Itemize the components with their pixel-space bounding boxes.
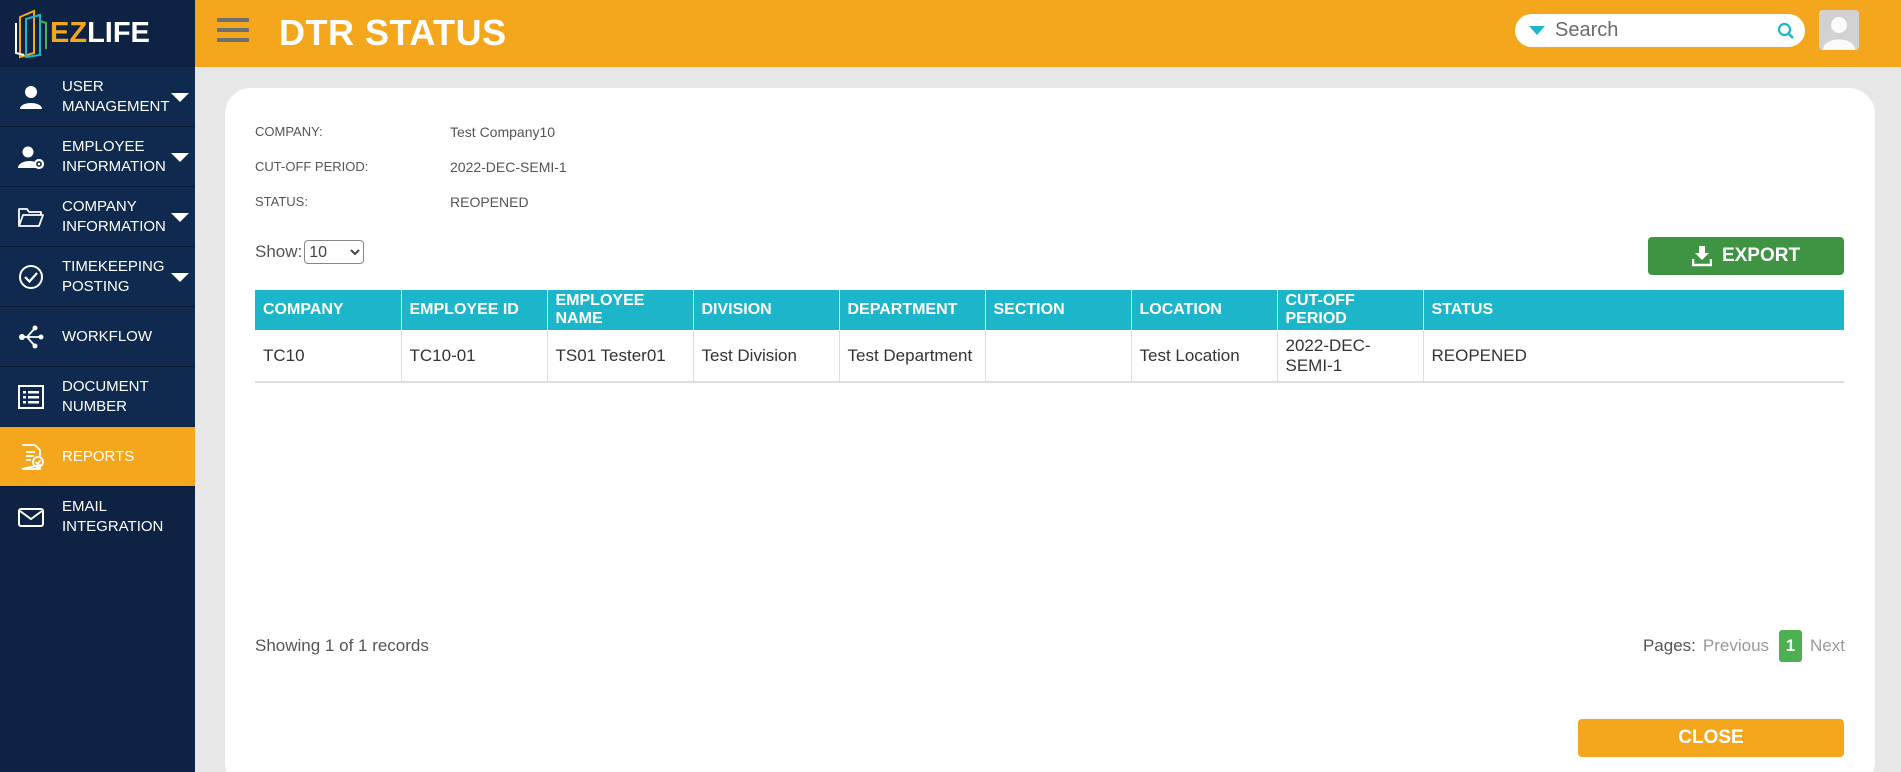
top-header: DTR STATUS — [195, 0, 1901, 67]
status-label: STATUS: — [255, 194, 308, 209]
chevron-down-icon[interactable] — [171, 213, 189, 222]
sidebar-item-workflow[interactable]: WORKFLOW — [0, 307, 195, 367]
cell-location: Test Location — [1130, 330, 1277, 383]
sidebar-item-document-number[interactable]: DOCUMENT NUMBER — [0, 367, 195, 427]
download-icon — [1691, 246, 1712, 267]
company-value: Test Company10 — [450, 123, 556, 140]
cell-employee-id: TC10-01 — [400, 330, 547, 383]
column-header-employee-name[interactable]: EMPLOYEE NAME — [546, 290, 693, 330]
column-header-company[interactable]: COMPANY — [255, 290, 401, 330]
close-button[interactable]: CLOSE — [1578, 719, 1844, 757]
pagination: Pages: Previous 1 Next — [1643, 630, 1845, 662]
list-icon — [0, 383, 62, 411]
cell-company: TC10 — [255, 330, 401, 383]
sidebar-item-timekeeping-posting[interactable]: TIMEKEEPING POSTING — [0, 247, 195, 307]
dtr-info: COMPANY: Test Company10 CUT-OFF PERIOD: … — [255, 114, 567, 219]
next-page-link[interactable]: Next — [1810, 636, 1845, 656]
check-circle-icon — [0, 263, 62, 291]
logo-ez-text: EZ — [50, 17, 88, 49]
sidebar-nav: USER MANAGEMENT EMPLOYEE INFORMATION COM… — [0, 67, 195, 547]
hamburger-menu-icon[interactable] — [217, 18, 249, 46]
sidebar-item-employee-information[interactable]: EMPLOYEE INFORMATION — [0, 127, 195, 187]
table-row[interactable]: TC10 TC10-01 TS01 Tester01 Test Division… — [255, 330, 1844, 383]
column-header-status[interactable]: STATUS — [1422, 290, 1844, 330]
search-icon[interactable] — [1777, 22, 1795, 40]
sidebar: EZLIFE USER MANAGEMENT EMPLOYEE INFORMAT… — [0, 0, 195, 772]
dtr-status-table: COMPANY EMPLOYEE ID EMPLOYEE NAME DIVISI… — [255, 290, 1844, 383]
cutoff-period-label: CUT-OFF PERIOD: — [255, 159, 369, 174]
user-gear-icon — [0, 143, 62, 171]
sidebar-item-label: EMPLOYEE INFORMATION — [62, 137, 166, 175]
avatar[interactable] — [1819, 10, 1859, 50]
column-header-employee-id[interactable]: EMPLOYEE ID — [400, 290, 547, 330]
sidebar-item-label: WORKFLOW — [62, 327, 152, 345]
report-icon — [0, 443, 62, 471]
search-input[interactable] — [1555, 19, 1775, 42]
cutoff-period-value: 2022-DEC-SEMI-1 — [450, 158, 567, 175]
ezlife-logo[interactable]: EZLIFE — [0, 0, 195, 67]
page-title: DTR STATUS — [279, 12, 507, 53]
logo-mark-icon — [14, 8, 48, 59]
page-size-control: Show: 10 — [255, 240, 365, 264]
chevron-down-icon[interactable] — [171, 93, 189, 102]
export-button[interactable]: EXPORT — [1648, 237, 1844, 275]
sidebar-item-label: TIMEKEEPING POSTING — [62, 257, 165, 295]
previous-page-link[interactable]: Previous — [1703, 636, 1769, 656]
page-size-select[interactable]: 10 — [304, 240, 365, 264]
workflow-icon — [0, 323, 62, 351]
mail-icon — [0, 503, 62, 531]
table-header-row: COMPANY EMPLOYEE ID EMPLOYEE NAME DIVISI… — [255, 290, 1844, 330]
sidebar-item-label: EMAIL INTEGRATION — [62, 498, 164, 535]
column-header-department[interactable]: DEPARTMENT — [838, 290, 985, 330]
sidebar-item-label: COMPANY INFORMATION — [62, 197, 166, 235]
show-label: Show: — [255, 242, 303, 261]
sidebar-item-label: USER MANAGEMENT — [62, 77, 170, 115]
cell-status: REOPENED — [1422, 330, 1844, 383]
sidebar-item-user-management[interactable]: USER MANAGEMENT — [0, 67, 195, 127]
current-page-button[interactable]: 1 — [1779, 630, 1803, 662]
status-value: REOPENED — [450, 193, 529, 210]
sidebar-item-email-integration[interactable]: EMAIL INTEGRATION — [0, 487, 195, 547]
sidebar-item-label: REPORTS — [62, 447, 135, 465]
sidebar-item-label: DOCUMENT NUMBER — [62, 377, 149, 415]
column-header-section[interactable]: SECTION — [984, 290, 1131, 330]
search-filter-dropdown-icon[interactable] — [1529, 26, 1545, 35]
folder-icon — [0, 203, 62, 231]
sidebar-item-company-information[interactable]: COMPANY INFORMATION — [0, 187, 195, 247]
export-label: EXPORT — [1721, 245, 1801, 266]
chevron-down-icon[interactable] — [171, 153, 189, 162]
cell-cutoff-period: 2022-DEC-SEMI-1 — [1276, 330, 1423, 383]
chevron-down-icon[interactable] — [171, 273, 189, 282]
cell-department: Test Department — [838, 330, 985, 383]
column-header-cutoff-period[interactable]: CUT-OFF PERIOD — [1276, 290, 1423, 330]
search-box — [1515, 14, 1805, 47]
dtr-status-card: COMPANY: Test Company10 CUT-OFF PERIOD: … — [225, 88, 1875, 772]
column-header-location[interactable]: LOCATION — [1130, 290, 1277, 330]
pages-label: Pages: — [1642, 636, 1696, 655]
user-icon — [0, 83, 62, 111]
sidebar-item-reports[interactable]: REPORTS — [0, 427, 195, 487]
records-count: Showing 1 of 1 records — [255, 636, 429, 655]
company-label: COMPANY: — [255, 124, 323, 139]
logo-life-text: LIFE — [87, 17, 150, 49]
cell-division: Test Division — [692, 330, 839, 383]
cell-section — [984, 330, 1131, 383]
cell-employee-name: TS01 Tester01 — [546, 330, 693, 383]
column-header-division[interactable]: DIVISION — [692, 290, 839, 330]
